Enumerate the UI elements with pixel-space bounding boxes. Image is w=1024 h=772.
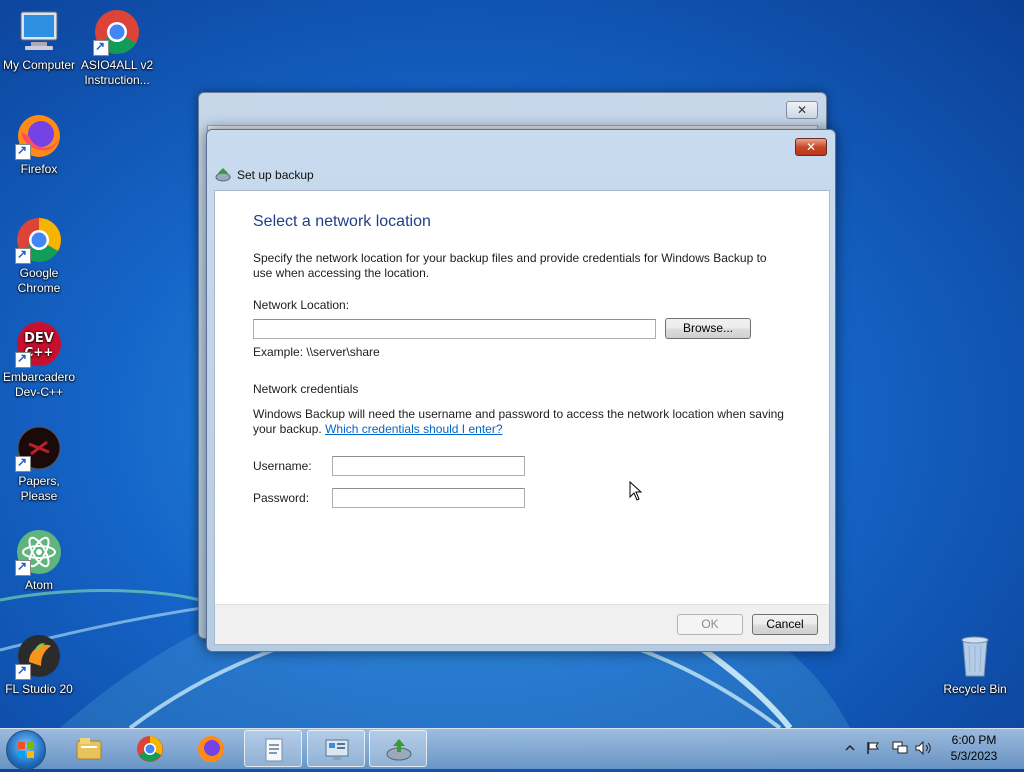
ok-button[interactable]: OK	[677, 614, 743, 635]
fl-studio-icon	[15, 632, 63, 680]
credentials-help-link[interactable]: Which credentials should I enter?	[325, 422, 502, 436]
clock-date: 5/3/2023	[950, 749, 998, 763]
backup-icon	[215, 167, 231, 183]
close-icon: ✕	[796, 103, 808, 117]
example-text: Example: \\server\share	[253, 345, 380, 359]
taskbar-firefox[interactable]	[182, 730, 240, 767]
username-label: Username:	[253, 459, 312, 473]
network-location-label: Network Location:	[253, 298, 350, 312]
svg-text:DEV: DEV	[24, 331, 54, 346]
desktop-icon-google-chrome[interactable]: Google Chrome	[0, 216, 78, 296]
network-icon[interactable]	[892, 741, 908, 755]
desktop-icon-fl-studio[interactable]: FL Studio 20	[0, 632, 78, 697]
firefox-icon	[15, 112, 63, 160]
desktop-icon-atom[interactable]: Atom	[0, 528, 78, 593]
dialog-titlebar: Set up backup	[215, 164, 314, 186]
chrome-icon	[137, 736, 163, 762]
shortcut-arrow-icon	[15, 247, 31, 264]
system-clock[interactable]: 6:00 PM 5/3/2023	[936, 732, 1012, 764]
desktop-icon-label: Recycle Bin	[943, 682, 1007, 696]
document-icon	[265, 738, 283, 762]
shortcut-arrow-icon	[93, 39, 109, 56]
desktop-icon-firefox[interactable]: Firefox	[0, 112, 78, 177]
shortcut-arrow-icon	[15, 455, 31, 472]
taskbar-windows-explorer[interactable]	[60, 730, 118, 767]
close-icon: ✕	[805, 140, 817, 154]
desktop-icon-my-computer[interactable]: My Computer	[0, 8, 78, 73]
dev-cpp-icon: DEV C++	[15, 320, 63, 368]
credentials-heading: Network credentials	[253, 382, 359, 396]
shortcut-arrow-icon	[15, 559, 31, 576]
background-window-close-button[interactable]: ✕	[786, 101, 818, 119]
desktop-icon-recycle-bin[interactable]: Recycle Bin	[936, 632, 1014, 697]
taskbar-google-chrome[interactable]	[121, 730, 179, 767]
desktop-icon-dev-cpp[interactable]: DEVC++ Embarcadero Dev-C++	[0, 320, 78, 400]
username-input[interactable]	[332, 456, 525, 476]
taskbar	[0, 728, 1024, 770]
desktop-icon-label: Google Chrome	[17, 266, 61, 295]
setup-backup-dialog: ✕ Set up backup Select a network locatio…	[206, 129, 836, 652]
desktop-icon-label: Papers, Please	[18, 474, 60, 503]
credentials-text: Windows Backup will need the username an…	[253, 407, 793, 437]
backup-icon	[386, 739, 412, 761]
folder-icon	[76, 738, 102, 760]
computer-icon	[15, 8, 63, 56]
show-hidden-icons-icon[interactable]	[845, 743, 855, 753]
desktop-icon-label: FL Studio 20	[5, 682, 73, 696]
atom-icon	[15, 528, 63, 576]
chrome-icon	[93, 8, 141, 56]
clock-time: 6:00 PM	[951, 733, 997, 747]
page-heading: Select a network location	[253, 213, 431, 230]
control-panel-icon	[325, 739, 349, 760]
start-button[interactable]	[6, 730, 46, 770]
desktop-icon-label: My Computer	[2, 58, 76, 72]
desktop-icon-label: Embarcadero Dev-C++	[2, 370, 76, 399]
desktop-icon-asio4all[interactable]: ASIO4ALL v2 Instruction...	[78, 8, 156, 88]
desktop-icon-label: Firefox	[20, 162, 58, 176]
desktop-icon-label: ASIO4ALL v2 Instruction...	[80, 58, 154, 87]
mouse-cursor-icon	[629, 481, 643, 501]
cancel-button[interactable]: Cancel	[752, 614, 818, 635]
taskbar-backup[interactable]	[369, 730, 427, 767]
volume-icon[interactable]	[915, 741, 931, 755]
dialog-title: Set up backup	[237, 168, 314, 182]
firefox-icon	[198, 736, 224, 762]
desktop-icon-papers-please[interactable]: Papers, Please	[0, 424, 78, 504]
shortcut-arrow-icon	[15, 143, 31, 160]
dialog-content: Select a network location Specify the ne…	[214, 190, 830, 605]
shortcut-arrow-icon	[15, 351, 31, 368]
chrome-icon	[15, 216, 63, 264]
dialog-close-button[interactable]: ✕	[795, 138, 827, 156]
taskbar-control-panel[interactable]	[307, 730, 365, 767]
windows-logo-icon	[18, 742, 34, 758]
description-text: Specify the network location for your ba…	[253, 251, 767, 280]
action-center-flag-icon[interactable]	[866, 741, 880, 755]
dialog-footer: OK Cancel	[214, 604, 830, 645]
password-label: Password:	[253, 491, 310, 505]
browse-button[interactable]: Browse...	[665, 318, 751, 339]
network-location-input[interactable]	[253, 319, 656, 339]
recycle-bin-icon	[951, 632, 999, 680]
shortcut-arrow-icon	[15, 663, 31, 680]
taskbar-document[interactable]	[244, 730, 302, 767]
papers-please-icon	[15, 424, 63, 472]
desktop-icon-label: Atom	[24, 578, 53, 592]
password-input[interactable]	[332, 488, 525, 508]
